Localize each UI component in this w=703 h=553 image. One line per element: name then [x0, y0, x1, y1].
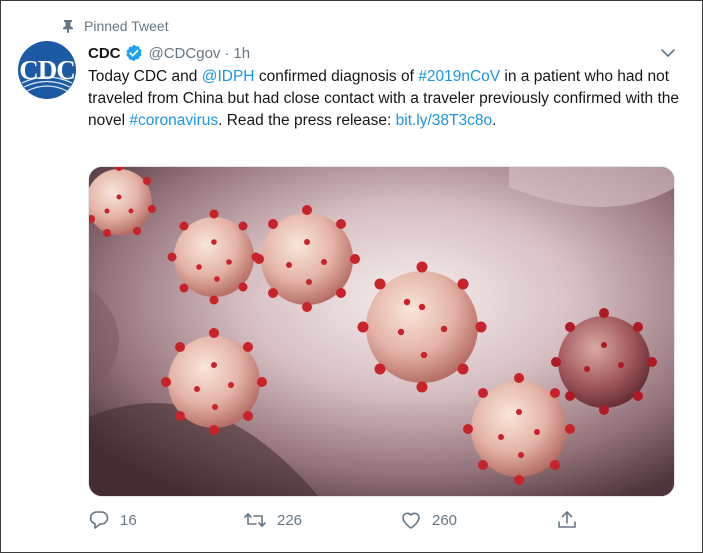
text-segment: confirmed diagnosis of [254, 68, 419, 85]
share-button[interactable] [556, 508, 588, 532]
like-count: 260 [432, 511, 458, 529]
hashtag-link[interactable]: #2019nCoV [418, 68, 500, 85]
like-button[interactable]: 260 [400, 508, 457, 532]
text-segment: Today CDC and [88, 68, 202, 85]
virus-particle [254, 205, 360, 312]
hashtag-link[interactable]: #coronavirus [129, 112, 218, 129]
virus-particle [161, 328, 267, 435]
url-link[interactable]: bit.ly/38T3c8o [396, 112, 493, 129]
avatar[interactable]: CDC [18, 41, 76, 99]
author-name[interactable]: CDC [88, 45, 121, 62]
avatar-logo-text: CDC [19, 55, 76, 85]
chevron-down-icon[interactable] [659, 45, 677, 61]
coronavirus-illustration [89, 167, 674, 496]
separator-dot: · [224, 44, 230, 62]
pinned-indicator: Pinned Tweet [62, 16, 169, 36]
tweet-timestamp[interactable]: 1h [233, 45, 250, 62]
text-segment: . [492, 112, 497, 129]
reply-button[interactable]: 16 [88, 508, 137, 532]
tweet-actions: 16 226 260 [88, 508, 680, 532]
mention-link[interactable]: @IDPH [202, 68, 255, 85]
retweet-button[interactable]: 226 [243, 508, 302, 532]
reply-icon [89, 511, 109, 529]
tweet-text: Today CDC and @IDPH confirmed diagnosis … [88, 66, 680, 132]
share-icon [558, 511, 576, 528]
tweet-image[interactable] [88, 166, 675, 497]
reply-count: 16 [120, 511, 137, 529]
virus-particle [463, 373, 575, 485]
text-segment: . Read the press release: [218, 112, 396, 129]
retweet-icon [244, 513, 266, 527]
virus-particle [551, 308, 657, 415]
retweet-count: 226 [277, 511, 303, 529]
pin-icon [63, 20, 73, 33]
author-handle[interactable]: @CDCgov [149, 45, 221, 62]
tweet-header: CDC @CDCgov · 1h [88, 42, 250, 64]
pinned-label: Pinned Tweet [84, 18, 169, 34]
like-icon [402, 512, 420, 529]
verified-badge-icon [125, 44, 143, 62]
